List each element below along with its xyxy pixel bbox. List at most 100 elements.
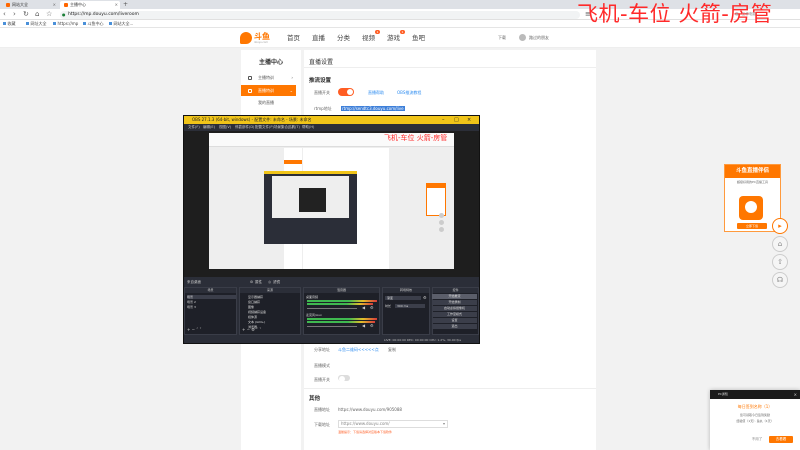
scene-item[interactable]: 场景 2 bbox=[187, 300, 196, 304]
virtual-camera-button[interactable]: 启动虚拟摄像机 bbox=[432, 306, 477, 311]
nav-category[interactable]: 分类 bbox=[337, 33, 350, 43]
nav-video[interactable]: 视频 bbox=[362, 33, 375, 43]
volume-slider[interactable] bbox=[307, 308, 357, 309]
mixer-track-label: 桌面音频 bbox=[306, 295, 319, 299]
source-item[interactable]: 窗口捕获 bbox=[248, 300, 260, 304]
settings-button[interactable]: 设置 bbox=[432, 318, 477, 323]
speaker-icon[interactable]: ◀ bbox=[362, 323, 365, 328]
menu-help[interactable]: 帮助(H) bbox=[302, 124, 314, 131]
bookmark[interactable]: 网站大全... bbox=[109, 20, 134, 28]
audio-meter bbox=[307, 300, 377, 302]
minimize-icon[interactable]: – bbox=[442, 116, 445, 124]
close-icon[interactable]: × bbox=[794, 390, 797, 399]
username[interactable]: 路过的朋友 bbox=[529, 34, 549, 42]
gear-icon[interactable]: ⚙ bbox=[423, 295, 427, 300]
reload-icon[interactable]: ↻ bbox=[23, 10, 29, 19]
video-icon bbox=[248, 88, 252, 93]
close-tab-icon[interactable]: × bbox=[115, 1, 118, 9]
sidebar-item-anchor-training[interactable]: 主播特训 › bbox=[241, 72, 296, 83]
popup-confirm-button[interactable]: 去看看 bbox=[769, 436, 793, 443]
source-item[interactable]: 视频捕获设备 bbox=[248, 310, 266, 314]
source-tools[interactable]: + − ⚙ ˄ ˅ bbox=[242, 327, 261, 332]
duration-input[interactable]: 300 ms bbox=[395, 304, 425, 308]
obs-preview[interactable]: 飞机-车位 火箭-房管 bbox=[209, 133, 454, 269]
avatar[interactable] bbox=[519, 34, 526, 41]
source-item[interactable]: 文本 (GDI+) bbox=[248, 320, 265, 324]
maximize-icon[interactable]: □ bbox=[454, 116, 459, 124]
close-icon[interactable]: × bbox=[467, 116, 471, 124]
star-icon[interactable]: ☆ bbox=[46, 10, 52, 19]
nav-game[interactable]: 游戏 bbox=[387, 33, 400, 43]
menu-tools[interactable]: 工具(T) bbox=[288, 124, 300, 131]
start-recording-button[interactable]: 开始录制 bbox=[432, 300, 477, 305]
nested-icon bbox=[439, 213, 444, 218]
download-warning: 温馨提示：下载请选择对应版本下载软件 bbox=[338, 430, 393, 434]
obs-tutorial-link[interactable]: OBS推流教程 bbox=[397, 90, 421, 96]
menu-docks[interactable]: 停靠部件(D) bbox=[235, 124, 254, 131]
menu-file[interactable]: 文件(F) bbox=[188, 124, 200, 131]
rtmp-address[interactable]: rtmp://sendtc3.douyu.com/live bbox=[341, 106, 405, 111]
source-item[interactable]: 显示器捕获 bbox=[248, 295, 263, 299]
video-badge: 1 bbox=[375, 30, 380, 34]
bookmark[interactable]: 斗鱼中心 bbox=[83, 20, 104, 28]
menu-view[interactable]: 视图(V) bbox=[219, 124, 231, 131]
nav-home[interactable]: 首页 bbox=[287, 33, 300, 43]
sidebar-item-live-training[interactable]: 直播特训 ⌄ bbox=[241, 85, 296, 96]
gear-icon[interactable]: ⚙ bbox=[370, 305, 374, 310]
auto-toggle[interactable] bbox=[338, 375, 350, 382]
bookmark[interactable]: 网址大全 bbox=[26, 20, 47, 28]
copy-text[interactable]: 复制 bbox=[388, 347, 396, 353]
transition-select[interactable]: 渐变 bbox=[385, 296, 421, 300]
browser-tab[interactable]: 网站大全 × bbox=[2, 1, 58, 9]
obs-status-bar: LIVE: 00:00:00 REC: 00:00:00 CPU: 1.2%, … bbox=[184, 337, 479, 343]
bookmark[interactable]: https://mp bbox=[53, 20, 79, 28]
home-icon[interactable]: ⌂ bbox=[772, 236, 788, 252]
exit-button[interactable]: 退出 bbox=[432, 324, 477, 329]
menu-edit[interactable]: 编辑(E) bbox=[203, 124, 215, 131]
share-icon[interactable]: ⇧ bbox=[772, 254, 788, 270]
nav-live[interactable]: 直播 bbox=[312, 33, 325, 43]
speaker-icon[interactable]: ◀ bbox=[362, 305, 365, 310]
nested-obs-titlebar bbox=[264, 171, 357, 174]
properties-button[interactable]: 属性 bbox=[255, 278, 262, 286]
download-select[interactable]: https://www.douyu.com/ ▾ bbox=[338, 420, 448, 428]
headset-icon[interactable]: ☊ bbox=[772, 272, 788, 288]
new-tab-icon[interactable]: + bbox=[123, 0, 128, 9]
room-address-value[interactable]: https://www.douyu.com/905088 bbox=[338, 407, 402, 412]
nav-fishbar[interactable]: 鱼吧 bbox=[412, 33, 425, 43]
live-switch-toggle[interactable] bbox=[338, 88, 354, 96]
home-icon[interactable]: ⌂ bbox=[35, 10, 39, 19]
sidebar-item-my-live[interactable]: 我的直播 bbox=[241, 97, 296, 108]
auto-label: 直播开关 bbox=[314, 377, 330, 382]
gear-icon[interactable]: ⚙ bbox=[250, 278, 253, 286]
obs-window[interactable]: OBS 27.1.3 (64-bit, windows) - 配置文件: 未命名… bbox=[183, 115, 480, 344]
download-link[interactable]: 下载 bbox=[498, 34, 506, 42]
url-bar[interactable]: ● https://mp.douyu.com/liveroom bbox=[60, 10, 580, 19]
play-circle-icon[interactable]: ▸ bbox=[772, 218, 788, 234]
source-item[interactable]: 媒体源 bbox=[248, 315, 257, 319]
forward-icon[interactable]: › bbox=[13, 10, 16, 19]
browser-tab-active[interactable]: 主播中心 × bbox=[60, 1, 120, 9]
ad-download-button[interactable]: 立即下载 bbox=[737, 223, 767, 229]
sources-dock: 来源 显示器捕获 窗口捕获 图像 视频捕获设备 媒体源 文本 (GDI+) 浏览… bbox=[239, 287, 301, 335]
studio-mode-button[interactable]: 工作室模式 bbox=[432, 312, 477, 317]
start-streaming-button[interactable]: 开始推流 bbox=[432, 294, 477, 299]
chevron-down-icon: ▾ bbox=[442, 421, 445, 426]
filters-button[interactable]: 滤镜 bbox=[273, 278, 280, 286]
site-logo[interactable]: 斗鱼 douyu.com bbox=[240, 32, 272, 44]
popup-dismiss-button[interactable]: 不用了 bbox=[748, 436, 766, 443]
close-tab-icon[interactable]: × bbox=[53, 1, 56, 9]
filter-icon[interactable]: ◎ bbox=[268, 278, 271, 286]
volume-slider[interactable] bbox=[307, 326, 357, 327]
source-item[interactable]: 图像 bbox=[248, 305, 254, 309]
scene-item[interactable]: 场景 bbox=[187, 295, 236, 299]
scene-tools[interactable]: + − ˄ ˅ bbox=[187, 327, 202, 332]
gear-icon[interactable]: ⚙ bbox=[370, 323, 374, 328]
bookmark[interactable]: 收藏 bbox=[3, 20, 16, 28]
help-link[interactable]: 直播帮助 bbox=[368, 90, 384, 96]
menu-profile[interactable]: 配置文件(P) bbox=[255, 124, 274, 131]
ad-description: 超级好用的PC直播工具 bbox=[737, 180, 768, 184]
back-icon[interactable]: ‹ bbox=[3, 10, 6, 19]
share-link[interactable]: 斗鱼二维码<<<<<点 bbox=[338, 347, 379, 353]
scene-item[interactable]: 场景 3 bbox=[187, 305, 196, 309]
